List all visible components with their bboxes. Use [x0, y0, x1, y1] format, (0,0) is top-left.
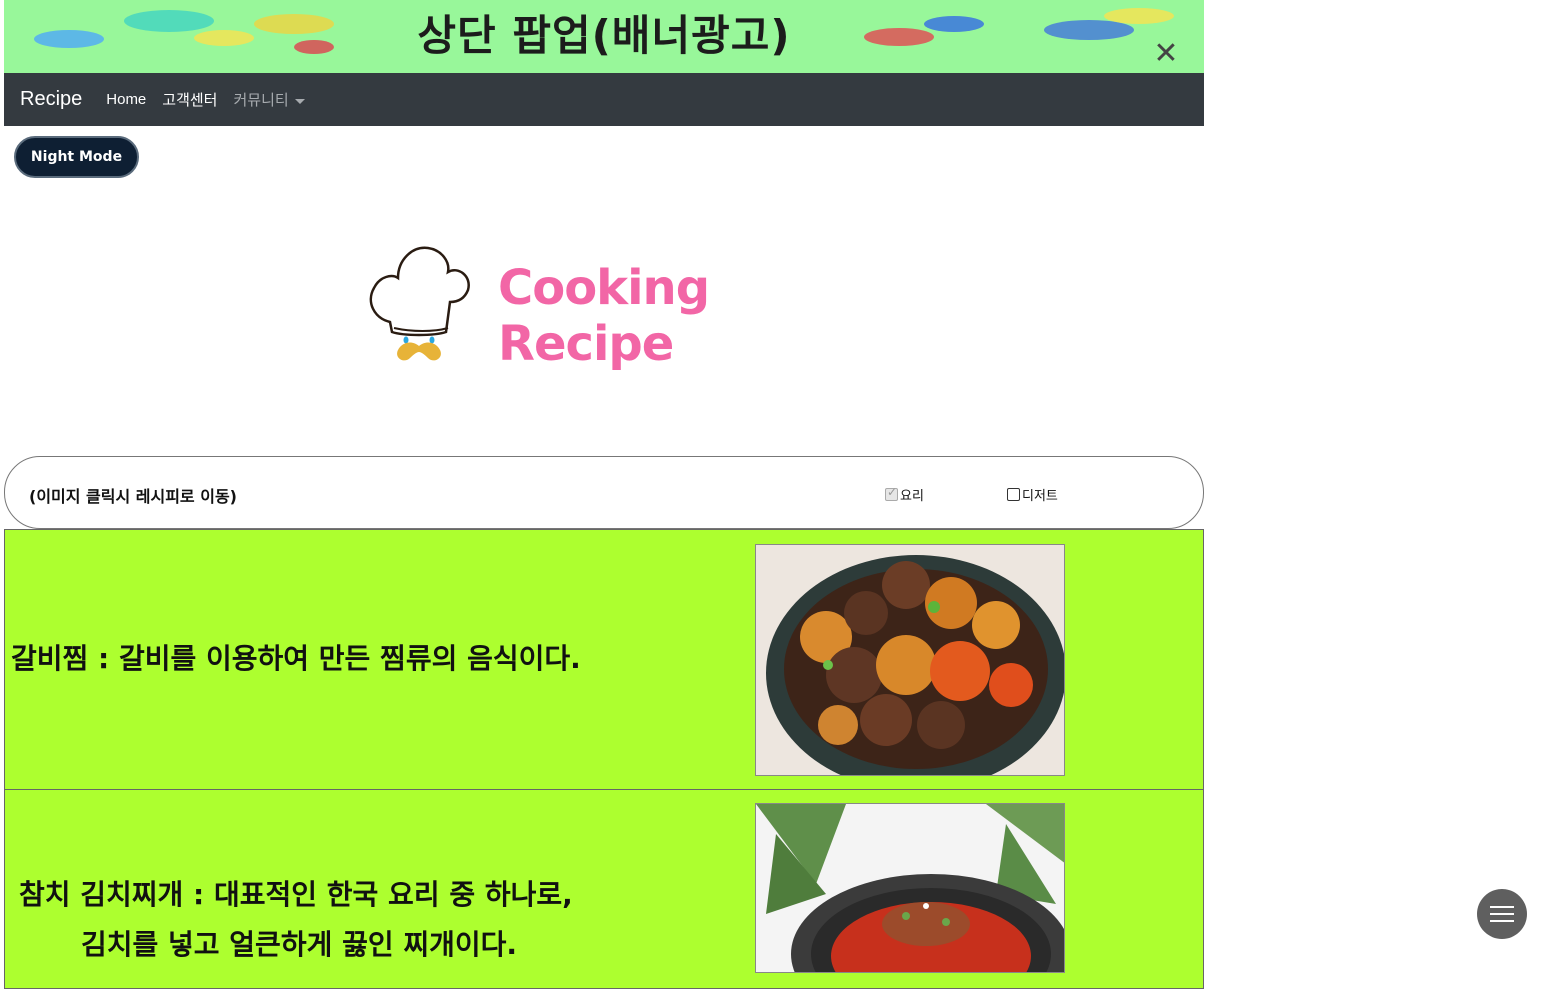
filter-bar: (이미지 클릭시 레시피로 이동) 요리 디저트 — [4, 456, 1204, 529]
checkbox-box[interactable] — [885, 485, 898, 501]
close-icon[interactable]: ✕ — [1150, 38, 1182, 70]
banner-title: 상단 팝업(배너광고) — [417, 11, 791, 60]
kimchi-stew-image[interactable] — [755, 803, 1065, 973]
checkbox-cooking[interactable]: 요리 — [885, 485, 924, 504]
checkbox-box[interactable] — [1007, 488, 1020, 501]
checkbox-dessert[interactable]: 디저트 — [1007, 485, 1058, 504]
nav-link-customer-center[interactable]: 고객센터 — [162, 89, 217, 110]
menu-line — [1490, 913, 1514, 915]
checkbox-label: 디저트 — [1022, 489, 1058, 504]
nav-link-home[interactable]: Home — [106, 91, 146, 108]
navbar: Recipe Home 고객센터 커뮤니티 — [4, 73, 1204, 126]
checkbox-label: 요리 — [900, 489, 924, 504]
chevron-down-icon — [294, 98, 305, 104]
site-logo: Cooking Recipe — [364, 232, 884, 372]
top-banner-ad[interactable]: 상단 팝업(배너광고) ✕ — [4, 0, 1204, 73]
recipe-description-line2: 김치를 넣고 얼큰하게 끓인 찌개이다. — [81, 928, 518, 961]
page: 상단 팝업(배너광고) ✕ Recipe Home 고객센터 커뮤니티 — [4, 0, 1204, 126]
logo-text: Cooking Recipe — [498, 260, 710, 372]
recipe-description-line1: 참치 김치찌개 : 대표적인 한국 요리 중 하나로, — [19, 878, 573, 911]
menu-line — [1490, 920, 1514, 922]
click-hint: (이미지 클릭시 레시피로 이동) — [29, 487, 237, 506]
menu-line — [1490, 906, 1514, 908]
hamburger-menu-icon[interactable] — [1477, 889, 1527, 939]
nav-dropdown-label: 커뮤니티 — [233, 92, 289, 109]
galbijjim-image[interactable] — [755, 544, 1065, 776]
kimchi-stew-photo — [756, 804, 1064, 972]
galbijjim-photo — [756, 545, 1064, 775]
chef-hat-icon — [369, 246, 470, 361]
nav-dropdown-community[interactable]: 커뮤니티 — [233, 89, 305, 110]
recipe-description: 갈비찜 : 갈비를 이용하여 만든 찜류의 음식이다. — [11, 642, 581, 675]
recipe-row: 참치 김치찌개 : 대표적인 한국 요리 중 하나로, 김치를 넣고 얼큰하게 … — [4, 789, 1204, 989]
night-mode-button[interactable]: Night Mode — [14, 136, 139, 178]
recipe-row: 갈비찜 : 갈비를 이용하여 만든 찜류의 음식이다. — [4, 529, 1204, 790]
navbar-brand[interactable]: Recipe — [20, 88, 82, 111]
